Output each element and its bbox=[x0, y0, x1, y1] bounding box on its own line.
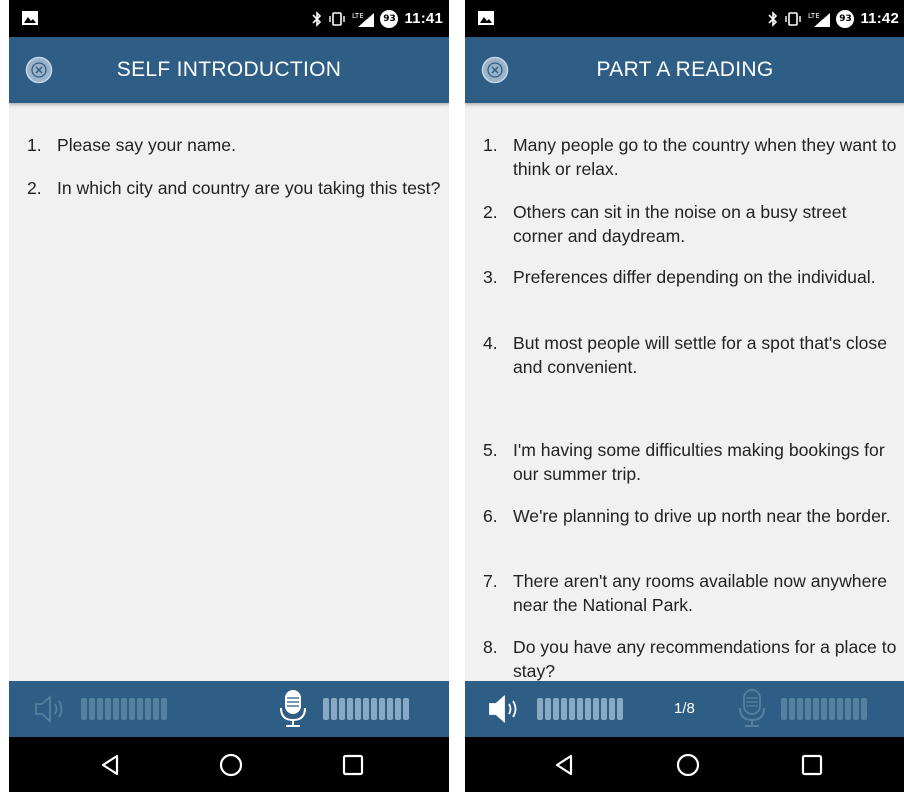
item-number: 1. bbox=[27, 135, 42, 155]
playback-level-meter bbox=[537, 698, 623, 720]
app-bar: PART A READING bbox=[465, 37, 904, 103]
item-text: Do you have any recommendations for a pl… bbox=[513, 637, 897, 681]
playback-level-meter bbox=[81, 698, 167, 720]
item-counter: 1/8 bbox=[674, 700, 695, 717]
gallery-notification-icon bbox=[22, 11, 38, 25]
item-text: I'm having some difficulties making book… bbox=[513, 440, 885, 484]
lte-signal-icon: LTE bbox=[808, 12, 831, 27]
reading-list: 1. Many people go to the country when th… bbox=[465, 103, 904, 681]
speaker-icon[interactable] bbox=[487, 693, 523, 725]
item-text: We're planning to drive up north near th… bbox=[513, 506, 891, 526]
back-triangle-icon[interactable] bbox=[97, 751, 125, 779]
speaker-icon[interactable] bbox=[33, 693, 69, 725]
status-time: 11:41 bbox=[404, 10, 443, 27]
svg-text:LTE: LTE bbox=[352, 12, 364, 20]
item-text: There aren't any rooms available now any… bbox=[513, 571, 888, 615]
page-title: SELF INTRODUCTION bbox=[116, 58, 342, 81]
item-text: Others can sit in the noise on a busy st… bbox=[513, 202, 847, 246]
item-number: 8. bbox=[483, 637, 498, 657]
item-number: 4. bbox=[483, 333, 498, 353]
item-number: 2. bbox=[483, 202, 498, 222]
status-time: 11:42 bbox=[860, 10, 899, 27]
screen-part-a-reading: LTE 93 11:42 PART A READING 1. Many peop… bbox=[465, 0, 904, 792]
vibrate-icon bbox=[329, 11, 346, 26]
status-bar: LTE 93 11:41 bbox=[9, 0, 449, 37]
svg-text:LTE: LTE bbox=[808, 12, 820, 20]
lte-signal-icon: LTE bbox=[352, 12, 375, 27]
item-number: 3. bbox=[483, 267, 498, 287]
bluetooth-icon bbox=[312, 10, 322, 27]
microphone-icon[interactable] bbox=[279, 688, 307, 728]
item-text: Preferences differ depending on the indi… bbox=[513, 267, 876, 287]
screen-self-introduction: LTE 93 11:41 SELF INTRODUCTION 1. Please… bbox=[9, 0, 449, 792]
back-triangle-icon[interactable] bbox=[551, 751, 579, 779]
microphone-icon[interactable] bbox=[738, 688, 766, 728]
bluetooth-icon bbox=[768, 10, 778, 27]
audio-control-bar: 1/8 bbox=[465, 681, 904, 737]
item-text: Many people go to the country when they … bbox=[513, 135, 897, 179]
item-number: 6. bbox=[483, 506, 498, 526]
recents-square-icon[interactable] bbox=[339, 751, 367, 779]
item-number: 5. bbox=[483, 440, 498, 460]
recording-level-meter bbox=[323, 698, 409, 720]
recents-square-icon[interactable] bbox=[798, 751, 826, 779]
question-list: 1. Please say your name. 2. In which cit… bbox=[9, 103, 449, 681]
item-number: 1. bbox=[483, 135, 498, 155]
item-text: But most people will settle for a spot t… bbox=[513, 333, 887, 377]
gallery-notification-icon bbox=[478, 11, 494, 25]
recording-level-meter bbox=[781, 698, 867, 720]
system-nav-bar bbox=[9, 737, 449, 792]
battery-indicator: 93 bbox=[380, 9, 399, 28]
item-number: 7. bbox=[483, 571, 498, 591]
page-title: PART A READING bbox=[596, 58, 774, 81]
home-circle-icon[interactable] bbox=[217, 751, 245, 779]
item-text: In which city and country are you taking… bbox=[57, 178, 441, 198]
item-number: 2. bbox=[27, 178, 42, 198]
app-bar: SELF INTRODUCTION bbox=[9, 37, 449, 103]
vibrate-icon bbox=[785, 11, 802, 26]
item-text: Please say your name. bbox=[57, 135, 236, 155]
battery-indicator: 93 bbox=[836, 9, 855, 28]
audio-control-bar bbox=[9, 681, 449, 737]
system-nav-bar bbox=[465, 737, 904, 792]
status-bar: LTE 93 11:42 bbox=[465, 0, 904, 37]
home-circle-icon[interactable] bbox=[674, 751, 702, 779]
